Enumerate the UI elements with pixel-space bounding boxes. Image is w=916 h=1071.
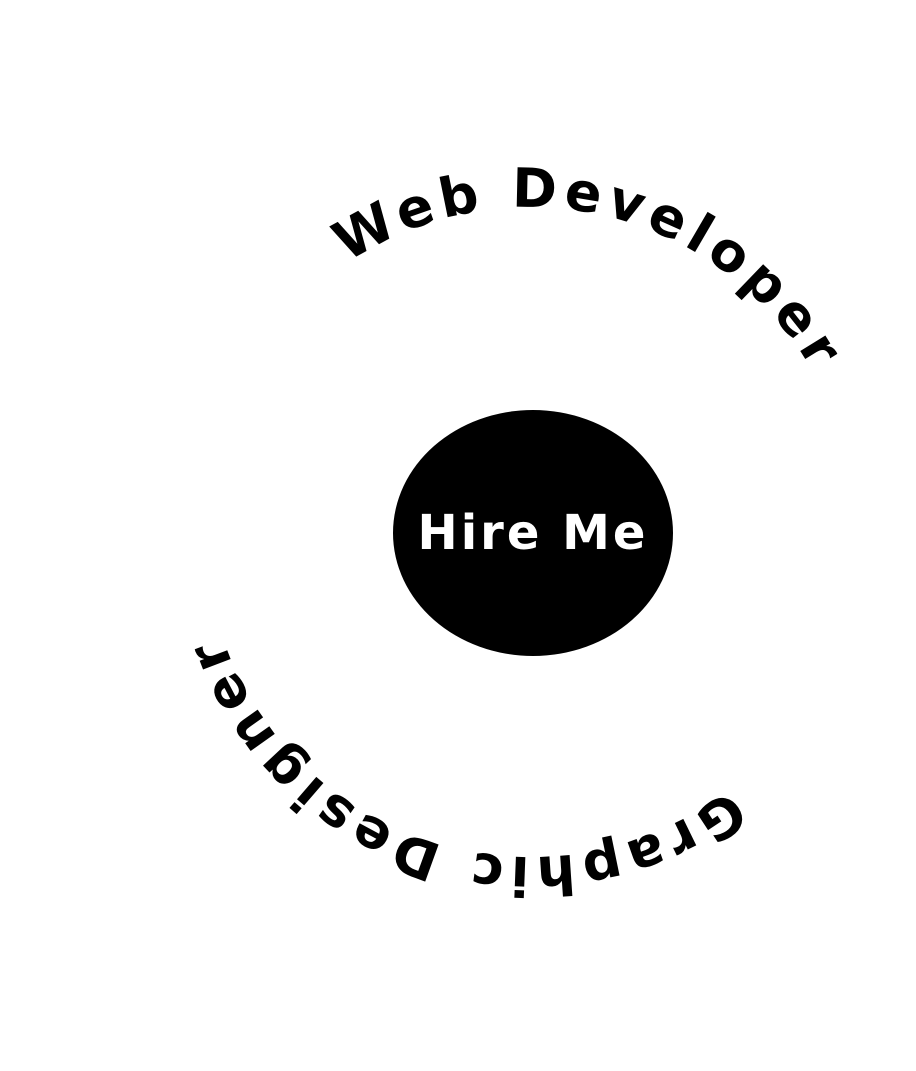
hire-me-label: Hire Me bbox=[417, 505, 649, 561]
ring-text-top: Web Developer bbox=[323, 157, 858, 382]
ring-text-bottom: Graphic Designer bbox=[174, 628, 757, 908]
hire-me-button[interactable]: Hire Me bbox=[393, 410, 673, 656]
ring-text-top-path: Web Developer bbox=[323, 157, 852, 382]
rotating-badge: Web Developer Graphic Designer Hire Me bbox=[0, 0, 916, 1066]
ring-text-bottom-path: Graphic Designer bbox=[174, 628, 751, 908]
